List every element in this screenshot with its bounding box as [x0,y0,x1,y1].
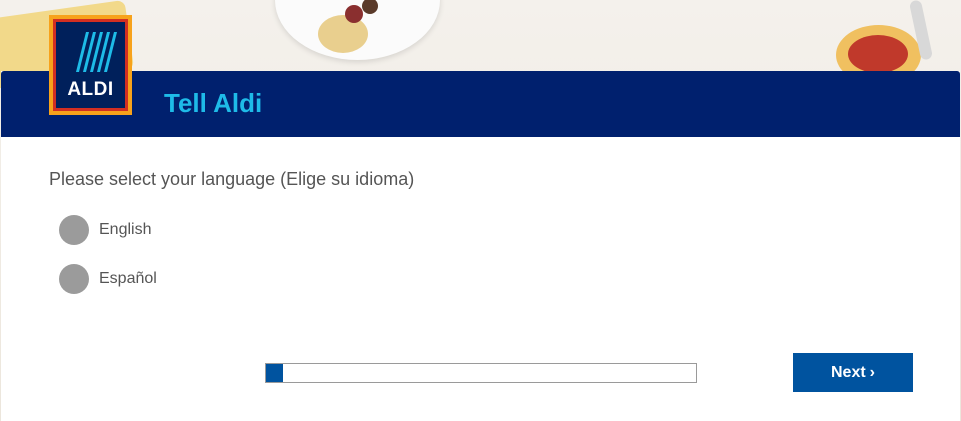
logo-text: ALDI [67,79,114,100]
option-label-espanol: Español [99,270,157,287]
radio-english[interactable] [59,215,89,245]
progress-fill [266,364,284,382]
next-label: Next [830,363,866,381]
bowl-sauce-decoration [848,35,908,73]
page-title: Tell Aldi [164,88,263,118]
option-espanol[interactable]: Español [59,263,157,295]
cracker-decoration [318,15,368,53]
grape-decoration [345,5,363,23]
next-button[interactable]: Next › [793,353,913,392]
header-bar: Tell Aldi [1,71,960,137]
progress-bar [265,363,697,383]
radio-espanol[interactable] [59,264,89,294]
chevron-right-icon: › [869,363,875,381]
logo-stripes-icon [76,32,117,72]
language-question: Please select your language (Elige su id… [49,169,415,189]
option-label-english: English [99,221,152,238]
option-english[interactable]: English [59,214,151,246]
aldi-logo: ALDI [49,15,132,115]
survey-card: Tell Aldi Please select your language (E… [1,71,960,421]
